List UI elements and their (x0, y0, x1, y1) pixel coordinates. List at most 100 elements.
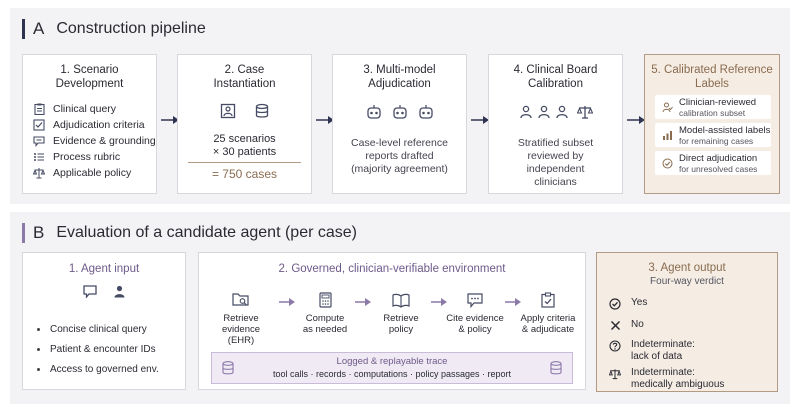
database-icon (254, 103, 270, 124)
agent-input-title: 1. Agent input (68, 263, 140, 275)
box4-line4: clinicians (534, 176, 577, 188)
box-multimodel-adjudication: 3. Multi-model Adjudication Case-level r… (332, 54, 467, 194)
box2-total: = 750 cases (211, 167, 278, 181)
panel-construction-pipeline: A Construction pipeline 1. Scenario Deve… (10, 8, 790, 204)
verdict-option: Yes (609, 297, 647, 310)
env-step: Retrieve evidence (EHR) (209, 291, 273, 346)
step-label-line2: policy (388, 324, 414, 335)
person-check-icon (661, 102, 673, 113)
verdict-option: Indeterminate: lack of data (609, 339, 695, 363)
label-source-sub: for remaining cases (679, 135, 754, 146)
checklist-icon (33, 119, 45, 131)
trace-bar: Logged & replayable trace tool calls · r… (211, 352, 573, 384)
section-a-bar (22, 19, 25, 39)
box3-text: Case-level reference reports drafted (ma… (333, 137, 466, 176)
check-circle-icon (661, 158, 673, 169)
step-label: Cite evidence & policy (443, 313, 507, 335)
folder-search-icon (209, 291, 273, 309)
box1-item-label: Evidence & grounding (53, 135, 156, 147)
bullet-text: Access to governed env. (50, 364, 159, 375)
clipboard-icon (33, 103, 45, 115)
verdict-option: No (609, 319, 644, 331)
box4-title-line2: Calibration (528, 78, 583, 90)
env-step: Cite evidence & policy (443, 291, 507, 335)
person-icon (113, 285, 126, 303)
calculator-icon (293, 291, 357, 309)
step-label: Apply criteria & adjudicate (513, 313, 583, 335)
box1-item: Process rubric (33, 151, 120, 163)
robot-icon (418, 105, 434, 124)
box1-item: Adjudication criteria (33, 119, 145, 131)
box2-title-line1: 2. Case (224, 64, 265, 76)
trace-subtitle: tool calls · records · computations · po… (272, 369, 512, 379)
verdict-sublabel: medically ambiguous (631, 379, 725, 390)
check-circle-icon (609, 297, 621, 310)
label-source-title: Clinician-reviewed (679, 96, 757, 108)
box3-line3: (majority agreement) (351, 163, 448, 175)
question-circle-icon (609, 339, 621, 352)
box4-title-line1: 4. Clinical Board (513, 64, 598, 76)
box4-line1: Stratified subset (517, 137, 594, 149)
verdict-sublabel: lack of data (631, 351, 683, 362)
scales-icon (609, 367, 621, 380)
box-governed-environment: 2. Governed, clinician-verifiable enviro… (198, 252, 586, 390)
section-a-letter: A (33, 19, 45, 38)
chat-icon (82, 285, 97, 303)
step-label: Compute as needed (293, 313, 357, 335)
database-icon (550, 361, 562, 380)
verdict-label: Yes (631, 297, 648, 308)
box1-item: Clinical query (33, 103, 116, 115)
box1-item: Evidence & grounding (33, 135, 156, 147)
environment-title: 2. Governed, clinician-verifiable enviro… (278, 263, 506, 275)
box3-icons (333, 105, 466, 124)
speech-bubble-icon (33, 135, 45, 147)
agent-input-bullet: Patient & encounter IDs (37, 344, 156, 355)
box2-title: 2. Case Instantiation (178, 63, 311, 91)
box1-title: 1. Scenario Development (23, 63, 156, 91)
box4-line3: independent (526, 163, 585, 175)
box5-title: 5. Calibrated Reference Labels (645, 63, 779, 91)
robot-icon (366, 105, 382, 124)
agent-input-icons (23, 285, 185, 303)
panel-agent-evaluation: B Evaluation of a candidate agent (per c… (10, 212, 790, 404)
bar-chart-icon (661, 130, 673, 141)
label-source-item: Clinician-reviewed calibration subset (655, 95, 771, 119)
arrow-right (627, 115, 645, 125)
box2-line2: × 30 patients (212, 146, 277, 158)
divider (188, 162, 301, 163)
bullet-text: Patient & encounter IDs (50, 344, 156, 355)
box2-line1: 25 scenarios (213, 133, 276, 145)
box4-line2: reviewed by (527, 150, 584, 162)
person-icon (519, 105, 533, 124)
box3-title: 3. Multi-model Adjudication (333, 63, 466, 91)
label-source-item: Direct adjudication for unresolved cases (655, 151, 771, 175)
verdict-option: Indeterminate: medically ambiguous (609, 367, 724, 391)
arrow-right (471, 115, 489, 125)
box1-item-label: Clinical query (53, 103, 117, 115)
bullet-text: Concise clinical query (50, 324, 147, 335)
box3-title-line1: 3. Multi-model (363, 64, 436, 76)
person-icon (555, 105, 569, 124)
box2-icons (178, 103, 311, 124)
box1-item-label: Applicable policy (53, 167, 132, 179)
box3-title-line2: Adjudication (368, 78, 431, 90)
person-icon (537, 105, 551, 124)
label-source-title: Direct adjudication (679, 152, 758, 164)
label-source-item: Model-assisted labels for remaining case… (655, 123, 771, 147)
list-icon (33, 151, 45, 163)
box3-line2: reports drafted (365, 150, 434, 162)
agent-input-bullet: Concise clinical query (37, 324, 147, 335)
step-label-line1: Retrieve (383, 313, 419, 324)
trace-title: Logged & replayable trace (336, 356, 448, 367)
box4-text: Stratified subset reviewed by independen… (489, 137, 622, 189)
label-source-title: Model-assisted labels (679, 124, 771, 136)
step-label-line2: & policy (458, 324, 492, 335)
box-agent-input: 1. Agent input Concise clinical query Pa… (22, 252, 186, 390)
step-label: Retrieve policy (369, 313, 433, 335)
quote-bubble-icon (443, 291, 507, 309)
step-label-line2: evidence (EHR) (221, 324, 261, 346)
robot-icon (392, 105, 408, 124)
section-b-bar (22, 223, 25, 243)
box3-line1: Case-level reference (351, 137, 448, 149)
box-case-instantiation: 2. Case Instantiation 25 scenarios × 30 … (177, 54, 312, 194)
